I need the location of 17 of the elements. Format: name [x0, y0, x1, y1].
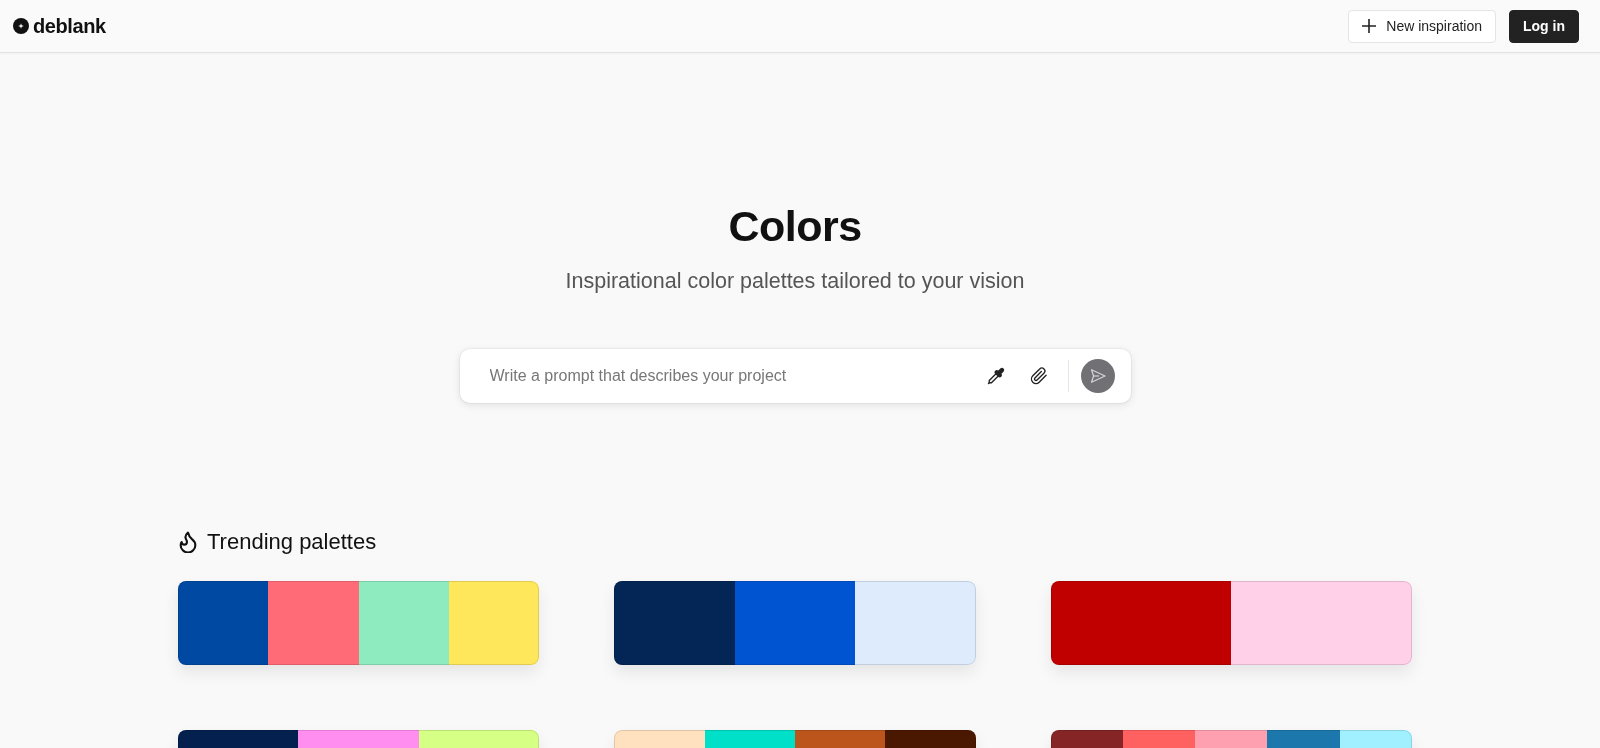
- send-button[interactable]: [1080, 359, 1115, 393]
- logo-text[interactable]: deblank: [33, 14, 106, 38]
- eyedropper-icon[interactable]: [986, 367, 1005, 385]
- palette-card[interactable]: [614, 581, 976, 665]
- login-button[interactable]: Log in: [1509, 9, 1579, 43]
- flame-icon: [178, 531, 198, 553]
- plus-icon: [1361, 18, 1378, 34]
- send-icon: [1089, 368, 1106, 384]
- section-heading: Trending palettes: [207, 529, 377, 555]
- page-title: Colors: [728, 201, 862, 252]
- page-subtitle: Inspirational color palettes tailored to your vision: [565, 268, 1025, 295]
- prompt-field[interactable]: Write a prompt that describes your project: [459, 349, 1131, 403]
- prompt-input[interactable]: Write a prompt that describes your project: [489, 364, 962, 388]
- logo-icon[interactable]: [13, 18, 29, 34]
- new-inspiration-button[interactable]: New inspiration: [1348, 9, 1496, 43]
- paperclip-icon[interactable]: [1029, 367, 1048, 385]
- palette-card[interactable]: [178, 581, 540, 665]
